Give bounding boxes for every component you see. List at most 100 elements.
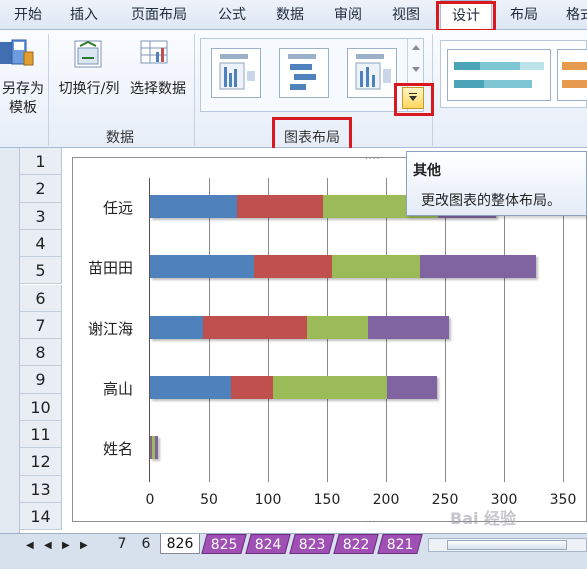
tooltip-description: 更改图表的整体布局。 bbox=[421, 193, 561, 209]
group-separator bbox=[48, 34, 49, 146]
watermark: Bai 经验 bbox=[450, 509, 517, 528]
chart-layout-1-thumbnail[interactable] bbox=[211, 48, 261, 98]
sheet-tab-active[interactable]: 826 bbox=[160, 534, 200, 554]
sheet-tab[interactable]: 821 bbox=[377, 534, 423, 554]
x-tick-label: 50 bbox=[200, 492, 218, 508]
bar-segment[interactable] bbox=[203, 316, 307, 339]
category-label: 姓名 bbox=[102, 440, 133, 458]
save-as-template-label-2: 模板 bbox=[9, 100, 37, 116]
row-header[interactable]: 13 bbox=[20, 475, 62, 503]
bar-segment[interactable] bbox=[237, 195, 324, 218]
tab-format[interactable]: 格式 bbox=[560, 0, 587, 30]
tab-formulas[interactable]: 公式 bbox=[212, 0, 252, 30]
chart-style-thumbnail[interactable] bbox=[447, 49, 551, 101]
bar-segment[interactable] bbox=[150, 255, 254, 278]
row-header[interactable]: 4 bbox=[20, 229, 62, 258]
chart-layout-2-thumbnail[interactable] bbox=[279, 48, 329, 98]
chart-styles-gallery bbox=[440, 40, 587, 108]
tab-insert[interactable]: 插入 bbox=[64, 0, 104, 30]
chart-layout-more-button[interactable] bbox=[402, 87, 424, 109]
tab-design[interactable]: 设计 bbox=[440, 0, 492, 31]
next-sheet-icon[interactable]: ▶ bbox=[62, 540, 70, 551]
tab-home[interactable]: 开始 bbox=[8, 0, 48, 30]
save-as-template-label-1: 另存为 bbox=[2, 81, 44, 97]
bar-segment[interactable] bbox=[231, 376, 273, 399]
gridline bbox=[563, 178, 564, 482]
bar-segment[interactable] bbox=[306, 316, 369, 339]
sheet-tab-bar: ◀ ◀ ▶ ▶ 7 6 826 825 824 823 822 821 bbox=[0, 533, 587, 569]
tab-data[interactable]: 数据 bbox=[270, 0, 310, 30]
save-template-icon bbox=[0, 38, 34, 68]
row-header[interactable]: 11 bbox=[20, 421, 62, 449]
tab-layout[interactable]: 布局 bbox=[502, 0, 546, 30]
row-header[interactable]: 2 bbox=[20, 175, 62, 203]
tab-page-layout[interactable]: 页面布局 bbox=[122, 0, 196, 30]
sheet-tab-label: 824 bbox=[254, 537, 282, 553]
row-header[interactable]: 8 bbox=[20, 339, 62, 367]
horizontal-scrollbar[interactable] bbox=[428, 538, 587, 552]
row-header[interactable]: 9 bbox=[20, 366, 62, 394]
save-as-template-button[interactable]: 另存为 模板 bbox=[0, 80, 46, 118]
ribbon-body: 另存为 模板 切换行/列 选择数据 数据 图表布局 bbox=[0, 30, 587, 148]
switch-row-column-button[interactable]: 切换行/列 bbox=[54, 80, 124, 99]
row-header[interactable]: 12 bbox=[20, 448, 62, 476]
chevron-down-icon bbox=[409, 96, 417, 101]
bar-segment[interactable] bbox=[368, 316, 449, 339]
x-tick-label: 0 bbox=[145, 492, 155, 508]
bar-segment[interactable] bbox=[150, 376, 232, 399]
row-header[interactable]: 1 bbox=[20, 148, 62, 176]
category-label: 高山 bbox=[102, 380, 133, 398]
bar-segment[interactable] bbox=[253, 255, 332, 278]
row-header[interactable]: 7 bbox=[20, 311, 62, 340]
bar-segment[interactable] bbox=[154, 436, 159, 459]
gridline bbox=[504, 178, 505, 482]
scroll-down-icon[interactable] bbox=[412, 67, 420, 72]
sheet-tab[interactable]: 824 bbox=[245, 534, 291, 554]
row-header[interactable]: 3 bbox=[20, 202, 62, 230]
switch-row-col-icon bbox=[74, 40, 102, 68]
sheet-tab[interactable]: 823 bbox=[289, 534, 335, 554]
row-header[interactable]: 10 bbox=[20, 393, 62, 421]
bar-segment[interactable] bbox=[331, 255, 421, 278]
tooltip-title: 其他 bbox=[413, 163, 441, 179]
bar-segment[interactable] bbox=[420, 255, 536, 278]
row-header[interactable]: 6 bbox=[20, 284, 62, 312]
scroll-up-icon[interactable] bbox=[412, 45, 420, 50]
row-header[interactable]: 14 bbox=[20, 502, 62, 531]
group-label-chart-layouts: 图表布局 bbox=[284, 130, 340, 146]
sheet-tab-label: 821 bbox=[386, 537, 414, 553]
sheet-tab[interactable]: 7 bbox=[110, 534, 134, 554]
ribbon-tab-bar: 开始 插入 页面布局 公式 数据 审阅 视图 设计 布局 格式 bbox=[0, 0, 587, 31]
category-label: 谢江海 bbox=[87, 320, 133, 338]
category-label: 苗田田 bbox=[87, 259, 133, 277]
group-label-data: 数据 bbox=[106, 130, 134, 146]
row-header[interactable]: 5 bbox=[20, 257, 62, 285]
tab-review[interactable]: 审阅 bbox=[328, 0, 368, 30]
chart-style-thumbnail[interactable] bbox=[557, 49, 587, 101]
sheet-tab[interactable]: 822 bbox=[333, 534, 379, 554]
bar-segment[interactable] bbox=[387, 376, 437, 399]
first-sheet-icon[interactable]: ◀ bbox=[26, 540, 34, 551]
x-tick-label: 350 bbox=[549, 492, 577, 508]
prev-sheet-icon[interactable]: ◀ bbox=[44, 540, 52, 551]
sheet-tab-label: 825 bbox=[210, 537, 238, 553]
sheet-tab[interactable]: 825 bbox=[201, 534, 247, 554]
chart-layouts-gallery bbox=[200, 38, 424, 112]
sheet-tab[interactable]: 6 bbox=[136, 534, 156, 554]
x-tick-label: 150 bbox=[313, 492, 341, 508]
scrollbar-thumb[interactable] bbox=[447, 540, 567, 550]
bar-segment[interactable] bbox=[150, 316, 204, 339]
more-icon-bar bbox=[409, 93, 417, 94]
resize-handle-top[interactable]: .... bbox=[365, 152, 380, 162]
chart-layout-3-thumbnail[interactable] bbox=[347, 48, 397, 98]
last-sheet-icon[interactable]: ▶ bbox=[80, 540, 88, 551]
select-data-button[interactable]: 选择数据 bbox=[126, 80, 190, 99]
bar-segment[interactable] bbox=[272, 376, 388, 399]
tooltip: 其他 更改图表的整体布局。 bbox=[406, 151, 587, 216]
resize-handle-bottom[interactable]: .... bbox=[365, 515, 380, 525]
bar-segment[interactable] bbox=[150, 195, 238, 218]
select-data-icon bbox=[140, 40, 170, 68]
sheet-tab-label: 822 bbox=[342, 537, 370, 553]
tab-view[interactable]: 视图 bbox=[386, 0, 426, 30]
x-tick-label: 100 bbox=[254, 492, 282, 508]
